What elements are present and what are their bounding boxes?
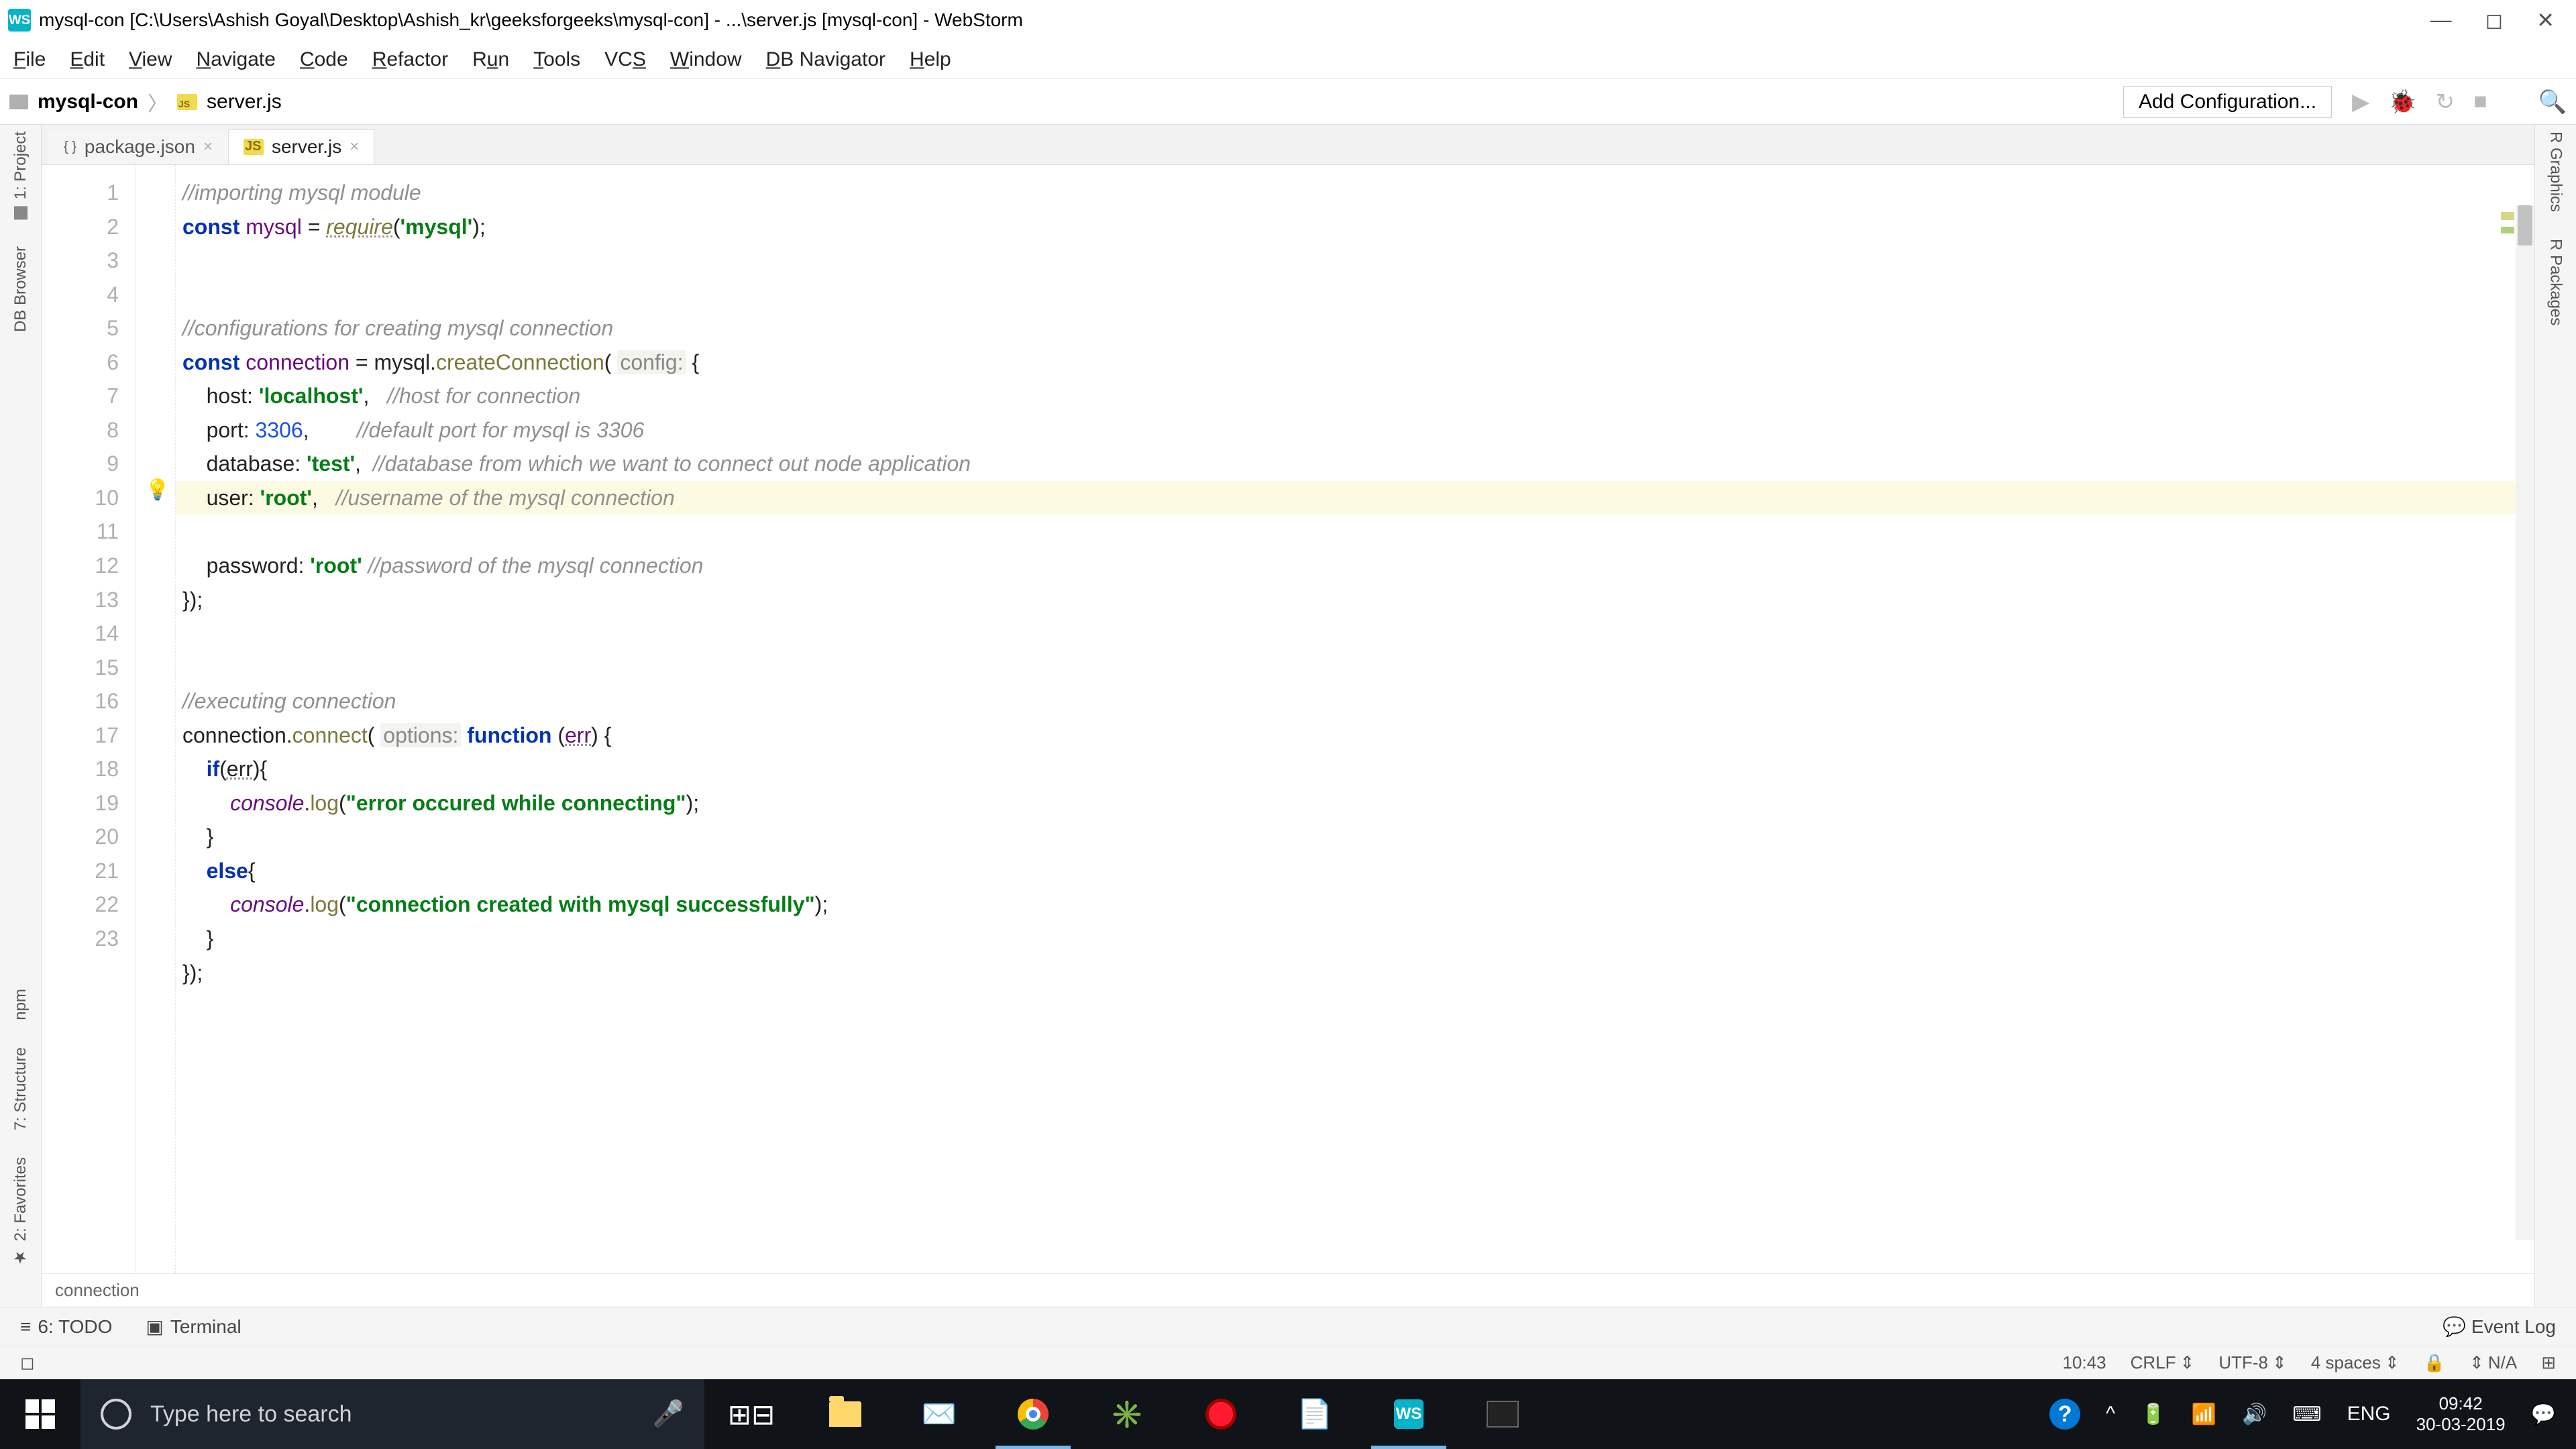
js-file-icon: JS — [177, 94, 197, 110]
menu-help[interactable]: Help — [910, 48, 951, 71]
code-editor[interactable]: 1 2 3 4 5 6 7 8 9 10 11 12 13 14 15 16 1… — [42, 165, 2534, 1273]
status-tool-window-quick-access-icon[interactable]: ◻ — [20, 1352, 35, 1373]
navigation-bar: mysql-con 〉 JS server.js Add Configurati… — [0, 79, 2576, 125]
chevron-right-icon: 〉 — [148, 87, 168, 117]
terminal-app-icon[interactable] — [1456, 1379, 1550, 1449]
minimize-button[interactable]: — — [2430, 7, 2452, 33]
info-stripe[interactable] — [2501, 227, 2514, 233]
editor-tabs: { } package.json × JS server.js × — [42, 125, 2534, 165]
microphone-icon[interactable]: 🎤 — [653, 1399, 684, 1429]
task-view-icon[interactable]: ⊞⊟ — [704, 1379, 798, 1449]
menu-window[interactable]: Window — [670, 48, 742, 71]
tab-package-json[interactable]: { } package.json × — [48, 129, 228, 164]
line-number-gutter: 1 2 3 4 5 6 7 8 9 10 11 12 13 14 15 16 1… — [42, 165, 136, 1273]
run-icon[interactable]: ▶ — [2352, 89, 2369, 115]
battery-icon[interactable]: 🔋 — [2141, 1403, 2165, 1426]
tool-todo[interactable]: ≡ 6: TODO — [20, 1316, 112, 1338]
status-indent[interactable]: 4 spaces ⇕ — [2311, 1352, 2400, 1373]
stop-icon[interactable]: ■ — [2473, 89, 2487, 115]
taskbar-apps: ⊞⊟ ✉️ ✳️ 📄 WS — [704, 1379, 1550, 1449]
volume-icon[interactable]: 🔊 — [2242, 1403, 2267, 1426]
system-tray: ? ^ 🔋 📶 🔊 ⌨ ENG 09:42 30-03-2019 💬 — [2029, 1393, 2576, 1435]
opera-icon[interactable] — [1174, 1379, 1268, 1449]
file-explorer-icon[interactable] — [798, 1379, 892, 1449]
window-titlebar: WS mysql-con [C:\Users\Ashish Goyal\Desk… — [0, 0, 2576, 40]
language-indicator[interactable]: ENG — [2347, 1403, 2391, 1426]
left-tool-strip: 1: Project DB Browser npm 7: Structure ★… — [0, 125, 42, 1307]
debug-icon[interactable]: 🐞 — [2388, 89, 2416, 115]
maximize-button[interactable]: ◻ — [2485, 7, 2504, 33]
close-button[interactable]: ✕ — [2536, 7, 2555, 33]
action-center-icon[interactable]: 💬 — [2531, 1403, 2556, 1426]
status-readonly-icon[interactable]: 🔒 — [2424, 1352, 2445, 1373]
tool-favorites[interactable]: ★ 2: Favorites — [11, 1157, 30, 1267]
tray-overflow-icon[interactable]: ^ — [2106, 1403, 2115, 1426]
intention-bulb-icon[interactable]: 💡 — [145, 478, 170, 502]
tool-event-log[interactable]: 💬 Event Log — [2443, 1316, 2556, 1338]
right-tool-strip: R Graphics R Packages — [2534, 125, 2576, 1307]
search-everywhere-icon[interactable]: 🔍 — [2538, 89, 2567, 115]
json-file-icon: { } — [64, 140, 76, 155]
taskbar-search[interactable]: Type here to search 🎤 — [80, 1379, 704, 1449]
menu-tools[interactable]: Tools — [533, 48, 580, 71]
code-area[interactable]: //importing mysql module const mysql = r… — [176, 165, 2534, 1273]
tool-structure[interactable]: 7: Structure — [11, 1047, 30, 1130]
window-title: mysql-con [C:\Users\Ashish Goyal\Desktop… — [39, 9, 1023, 31]
search-placeholder: Type here to search — [150, 1401, 352, 1428]
start-button[interactable] — [0, 1379, 80, 1449]
breadcrumb: mysql-con 〉 JS server.js — [9, 87, 282, 117]
gutter-marks: 💡 — [136, 165, 176, 1273]
close-tab-icon[interactable]: × — [350, 138, 359, 156]
breadcrumb-project[interactable]: mysql-con — [38, 91, 138, 113]
tool-npm[interactable]: npm — [11, 989, 30, 1020]
status-memory-icon[interactable]: ⊞ — [2541, 1352, 2556, 1373]
status-line-separator[interactable]: CRLF ⇕ — [2131, 1352, 2195, 1373]
webstorm-app-icon: WS — [8, 9, 31, 32]
bottom-tool-bar: ≡ 6: TODO ▣ Terminal 💬 Event Log — [0, 1307, 2576, 1346]
menu-view[interactable]: View — [129, 48, 172, 71]
menu-db-navigator[interactable]: DB Navigator — [766, 48, 885, 71]
tool-terminal[interactable]: ▣ Terminal — [146, 1316, 241, 1338]
slack-icon[interactable]: ✳️ — [1080, 1379, 1174, 1449]
tool-r-graphics[interactable]: R Graphics — [2546, 131, 2565, 212]
mail-icon[interactable]: ✉️ — [892, 1379, 986, 1449]
notepad-icon[interactable]: 📄 — [1268, 1379, 1362, 1449]
keyboard-icon[interactable]: ⌨ — [2292, 1403, 2321, 1426]
add-configuration-button[interactable]: Add Configuration... — [2123, 86, 2332, 118]
tool-r-packages[interactable]: R Packages — [2546, 239, 2565, 325]
cortana-icon — [101, 1399, 131, 1430]
status-time: 10:43 — [2063, 1352, 2106, 1373]
menu-file[interactable]: File — [13, 48, 46, 71]
warning-stripe[interactable] — [2501, 212, 2514, 220]
js-file-icon: JS — [244, 139, 264, 155]
menu-run[interactable]: Run — [472, 48, 509, 71]
menu-code[interactable]: Code — [300, 48, 348, 71]
tool-db-browser[interactable]: DB Browser — [11, 246, 30, 332]
menu-edit[interactable]: Edit — [70, 48, 105, 71]
breadcrumb-file[interactable]: server.js — [207, 91, 282, 113]
coverage-icon[interactable]: ↻ — [2436, 89, 2455, 115]
chrome-icon[interactable] — [986, 1379, 1080, 1449]
tab-server-js[interactable]: JS server.js × — [228, 129, 374, 164]
windows-logo-icon — [25, 1399, 55, 1429]
editor-breadcrumb[interactable]: connection — [42, 1273, 2534, 1307]
folder-icon — [9, 95, 28, 109]
windows-taskbar: Type here to search 🎤 ⊞⊟ ✉️ ✳️ 📄 WS ? ^ … — [0, 1379, 2576, 1449]
vertical-scrollbar[interactable] — [2516, 205, 2534, 1240]
menu-navigate[interactable]: Navigate — [197, 48, 276, 71]
tool-project[interactable]: 1: Project — [11, 131, 30, 219]
status-encoding[interactable]: UTF-8 ⇕ — [2218, 1352, 2286, 1373]
wifi-icon[interactable]: 📶 — [2192, 1403, 2216, 1426]
editor: { } package.json × JS server.js × 1 2 3 … — [42, 125, 2534, 1307]
webstorm-taskbar-icon[interactable]: WS — [1362, 1379, 1456, 1449]
menu-bar: File Edit View Navigate Code Refactor Ru… — [0, 40, 2576, 79]
get-help-icon[interactable]: ? — [2049, 1399, 2080, 1430]
taskbar-clock[interactable]: 09:42 30-03-2019 — [2416, 1393, 2506, 1435]
menu-vcs[interactable]: VCS — [604, 48, 646, 71]
close-tab-icon[interactable]: × — [203, 138, 213, 156]
menu-refactor[interactable]: Refactor — [372, 48, 448, 71]
status-inspection[interactable]: ⇕ N/A — [2469, 1352, 2517, 1373]
status-bar: ◻ 10:43 CRLF ⇕ UTF-8 ⇕ 4 spaces ⇕ 🔒 ⇕ N/… — [0, 1346, 2576, 1379]
